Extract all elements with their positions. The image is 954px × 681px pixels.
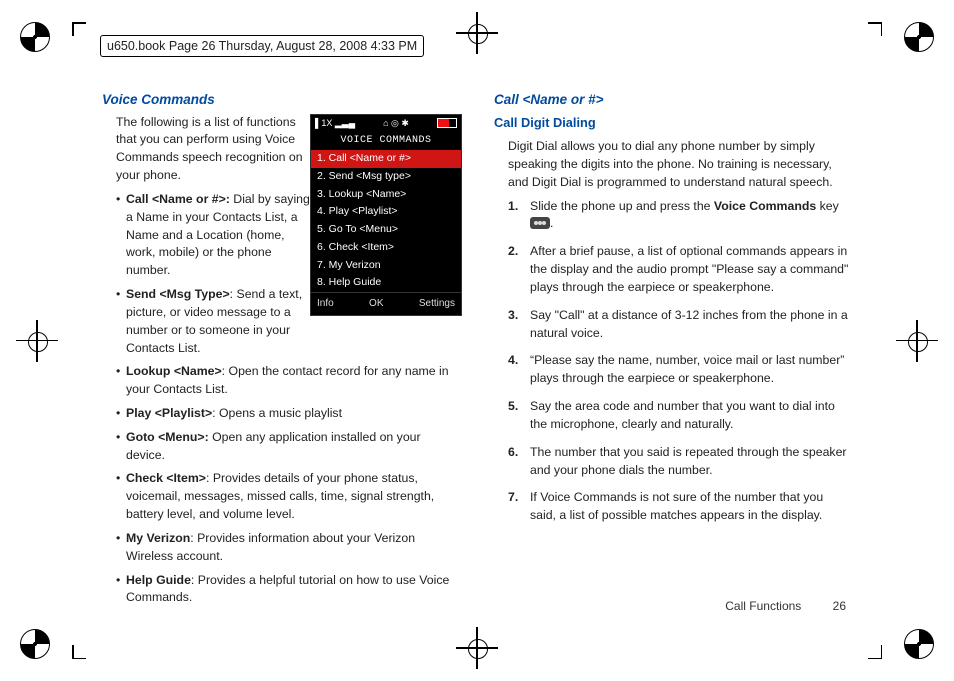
list-item: Say "Call" at a distance of 3-12 inches … bbox=[508, 307, 852, 343]
trim-mark-icon bbox=[72, 645, 86, 659]
term: Help Guide bbox=[126, 573, 191, 587]
term: Play <Playlist> bbox=[126, 406, 212, 420]
phone-row: 8. Help Guide bbox=[311, 274, 461, 292]
status-icons: ⌂ ◎ ✱ bbox=[383, 117, 409, 131]
term: Voice Commands bbox=[714, 199, 816, 213]
step-text: “Please say the name, number, voice mail… bbox=[530, 353, 844, 385]
crop-mark-icon bbox=[20, 22, 50, 52]
registration-mark-icon bbox=[902, 326, 932, 356]
list-item: Goto <Menu>: Open any application instal… bbox=[116, 429, 460, 465]
signal-icon: ▌1X ▂▃▄ bbox=[315, 117, 355, 131]
phone-row: 4. Play <Playlist> bbox=[311, 203, 461, 221]
phone-row: 7. My Verizon bbox=[311, 257, 461, 275]
step-text: After a brief pause, a list of optional … bbox=[530, 244, 848, 294]
term: Send <Msg Type> bbox=[126, 287, 230, 301]
list-item: Check <Item>: Provides details of your p… bbox=[116, 470, 460, 523]
list-item: Help Guide: Provides a helpful tutorial … bbox=[116, 572, 460, 608]
step-text: Say the area code and number that you wa… bbox=[530, 399, 835, 431]
registration-mark-icon bbox=[462, 633, 492, 663]
trim-mark-icon bbox=[72, 22, 86, 36]
step-text: The number that you said is repeated thr… bbox=[530, 445, 847, 477]
phone-screenshot: ▌1X ▂▃▄ ⌂ ◎ ✱ VOICE COMMANDS 1. Call <Na… bbox=[310, 114, 462, 317]
voice-command-key-icon bbox=[530, 217, 550, 229]
phone-row: 3. Lookup <Name> bbox=[311, 186, 461, 204]
page-number: 26 bbox=[833, 599, 846, 613]
list-item: “Please say the name, number, voice mail… bbox=[508, 352, 852, 388]
subsection-title-digit-dialing: Call Digit Dialing bbox=[494, 114, 852, 133]
step-text: key bbox=[816, 199, 839, 213]
intro-text: Digit Dial allows you to dial any phone … bbox=[508, 138, 852, 191]
step-text: Say "Call" at a distance of 3-12 inches … bbox=[530, 308, 848, 340]
crop-mark-icon bbox=[20, 629, 50, 659]
phone-title: VOICE COMMANDS bbox=[311, 132, 461, 150]
term: Call <Name or #>: bbox=[126, 192, 230, 206]
crop-mark-icon bbox=[904, 629, 934, 659]
term: Lookup <Name> bbox=[126, 364, 222, 378]
list-item: Play <Playlist>: Opens a music playlist bbox=[116, 405, 460, 423]
term: Check <Item> bbox=[126, 471, 206, 485]
step-text: If Voice Commands is not sure of the num… bbox=[530, 490, 823, 522]
registration-mark-icon bbox=[22, 326, 52, 356]
list-item: Call <Name or #>: Dial by saying a Name … bbox=[116, 191, 316, 280]
section-title-call-name: Call <Name or #> bbox=[494, 90, 852, 110]
softkey-right: Settings bbox=[419, 296, 455, 311]
term: Goto <Menu>: bbox=[126, 430, 209, 444]
trim-mark-icon bbox=[868, 22, 882, 36]
term: My Verizon bbox=[126, 531, 190, 545]
desc: : Opens a music playlist bbox=[212, 406, 342, 420]
list-item: Send <Msg Type>: Send a text, picture, o… bbox=[116, 286, 316, 357]
list-item: Lookup <Name>: Open the contact record f… bbox=[116, 363, 460, 399]
list-item: Slide the phone up and press the Voice C… bbox=[508, 198, 852, 234]
phone-row: 2. Send <Msg type> bbox=[311, 168, 461, 186]
softkey-mid: OK bbox=[369, 296, 383, 311]
section-title-voice-commands: Voice Commands bbox=[102, 90, 460, 110]
trim-mark-icon bbox=[868, 645, 882, 659]
step-text: Slide the phone up and press the bbox=[530, 199, 714, 213]
right-column: Call <Name or #> Call Digit Dialing Digi… bbox=[494, 90, 852, 621]
list-item: Say the area code and number that you wa… bbox=[508, 398, 852, 434]
softkey-left: Info bbox=[317, 296, 334, 311]
left-column: Voice Commands The following is a list o… bbox=[102, 90, 460, 621]
page-footer: Call Functions 26 bbox=[725, 598, 846, 615]
list-item: The number that you said is repeated thr… bbox=[508, 444, 852, 480]
steps-list: Slide the phone up and press the Voice C… bbox=[508, 198, 852, 525]
crop-mark-icon bbox=[904, 22, 934, 52]
phone-softkeys: Info OK Settings bbox=[311, 292, 461, 315]
battery-icon bbox=[437, 118, 457, 128]
step-text: . bbox=[550, 216, 553, 230]
list-item: If Voice Commands is not sure of the num… bbox=[508, 489, 852, 525]
footer-section: Call Functions bbox=[725, 599, 801, 613]
phone-row: 1. Call <Name or #> bbox=[311, 150, 461, 168]
document-header: u650.book Page 26 Thursday, August 28, 2… bbox=[100, 35, 424, 57]
registration-mark-icon bbox=[462, 18, 492, 48]
phone-status-bar: ▌1X ▂▃▄ ⌂ ◎ ✱ bbox=[311, 115, 461, 133]
list-item: My Verizon: Provides information about y… bbox=[116, 530, 460, 566]
phone-row: 6. Check <Item> bbox=[311, 239, 461, 257]
intro-text: The following is a list of functions tha… bbox=[116, 114, 306, 185]
phone-row: 5. Go To <Menu> bbox=[311, 221, 461, 239]
list-item: After a brief pause, a list of optional … bbox=[508, 243, 852, 296]
page-body: Voice Commands The following is a list o… bbox=[102, 90, 852, 621]
